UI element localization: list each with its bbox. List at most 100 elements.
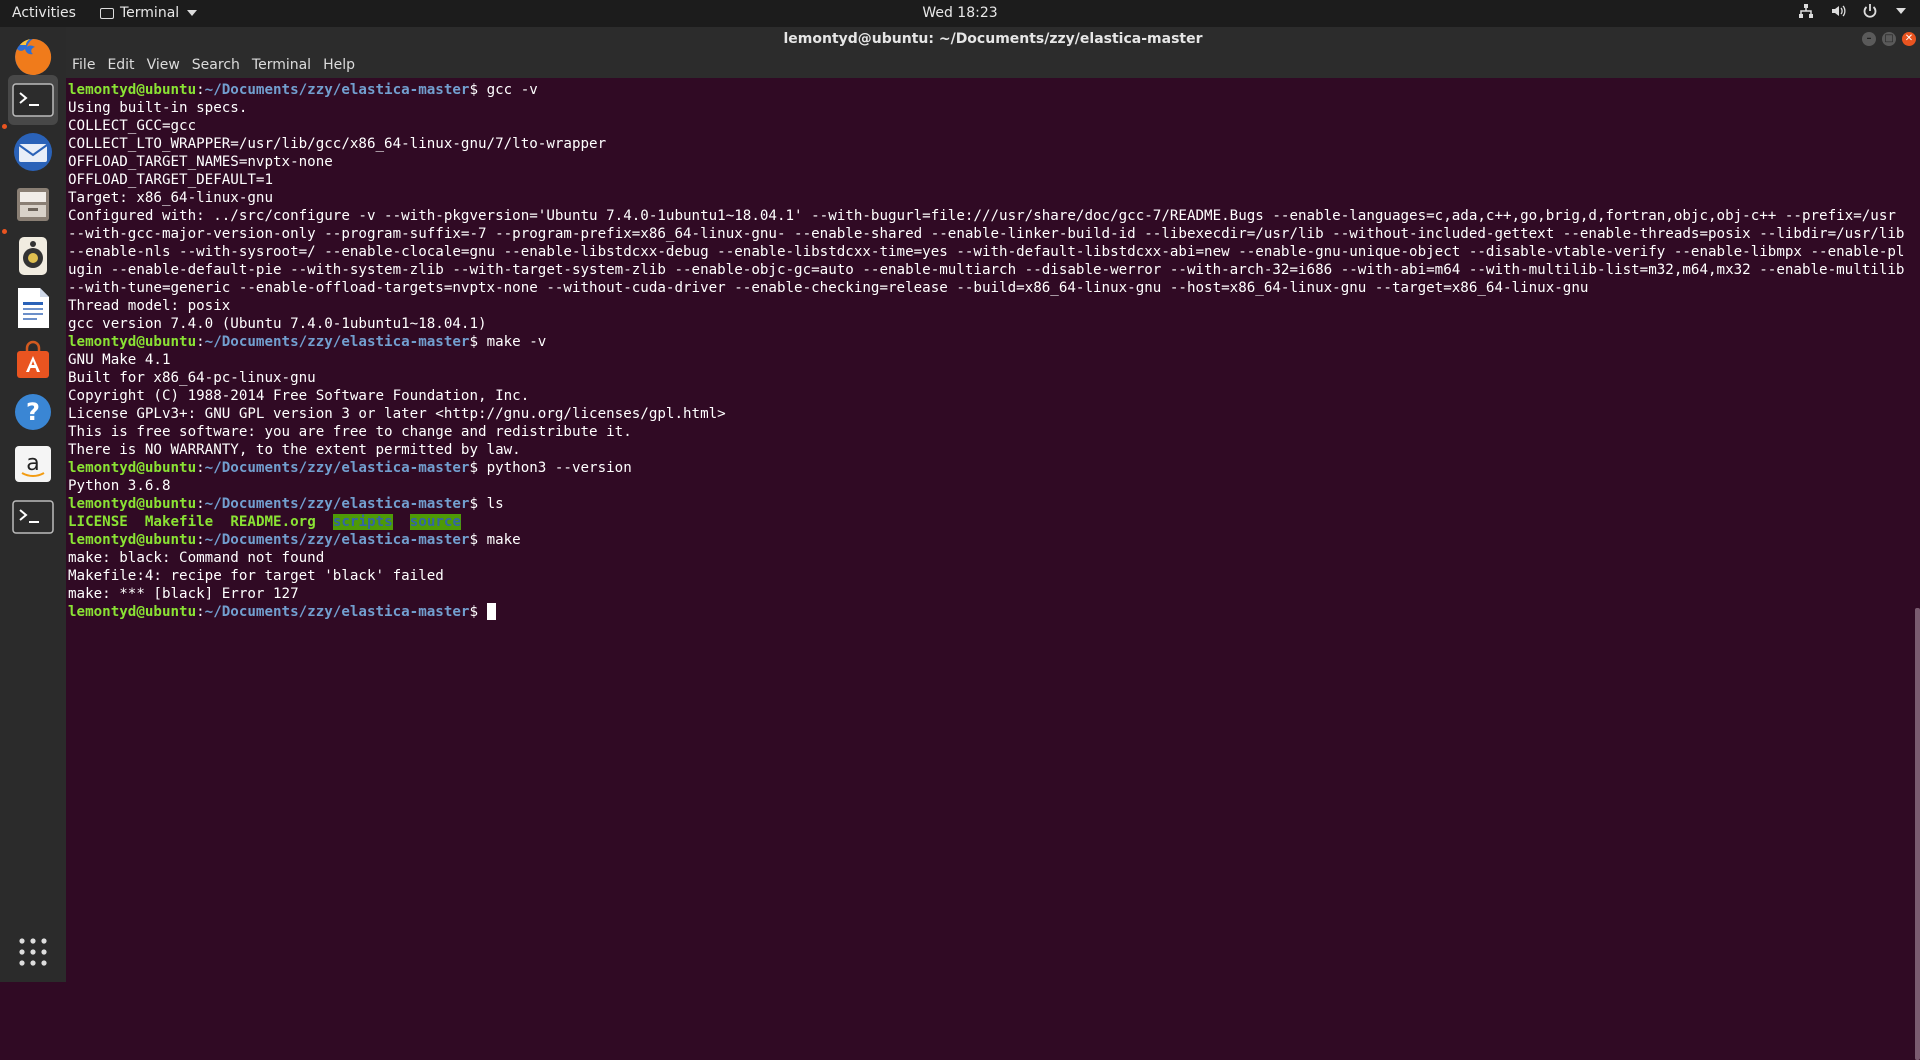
prompt-symbol: $ bbox=[469, 82, 487, 98]
ls-output-line: LICENSE Makefile README.org scripts sour… bbox=[68, 513, 1908, 531]
output-line: Built for x86_64-pc-linux-gnu bbox=[68, 370, 316, 386]
prompt-separator: : bbox=[196, 82, 205, 98]
output-line: Makefile:4: recipe for target 'black' fa… bbox=[68, 568, 444, 584]
prompt-path: ~/Documents/zzy/elastica-master bbox=[204, 334, 470, 350]
ls-file: Makefile bbox=[144, 514, 214, 530]
terminal-launcher[interactable] bbox=[8, 75, 58, 125]
menu-view[interactable]: View bbox=[141, 53, 186, 78]
terminal-icon bbox=[12, 83, 54, 117]
output-line: Python 3.6.8 bbox=[68, 478, 171, 494]
speaker-icon bbox=[19, 237, 47, 275]
amazon-launcher[interactable]: a bbox=[8, 439, 58, 489]
prompt-separator: : bbox=[196, 532, 205, 548]
ls-directory: scripts bbox=[332, 514, 393, 530]
output-line: COLLECT_GCC=gcc bbox=[68, 118, 197, 134]
software-launcher[interactable] bbox=[8, 335, 58, 385]
maximize-icon: □ bbox=[1884, 33, 1894, 44]
minimize-button[interactable]: – bbox=[1862, 32, 1876, 46]
prompt-separator: : bbox=[196, 460, 205, 476]
maximize-button[interactable]: □ bbox=[1882, 32, 1896, 46]
prompt-separator: : bbox=[196, 334, 205, 350]
firefox-icon bbox=[15, 38, 52, 75]
mail-icon bbox=[14, 133, 52, 171]
svg-text:a: a bbox=[26, 451, 39, 476]
scrollbar[interactable] bbox=[1915, 608, 1920, 1060]
menu-edit[interactable]: Edit bbox=[101, 53, 140, 78]
output-line: This is free software: you are free to c… bbox=[68, 424, 632, 440]
command-text: gcc -v bbox=[486, 82, 538, 98]
terminal-launcher-2[interactable] bbox=[8, 492, 58, 542]
system-tray[interactable] bbox=[1798, 3, 1906, 19]
thunderbird-launcher[interactable] bbox=[8, 127, 58, 177]
prompt-user: lemontyd@ubuntu bbox=[68, 460, 197, 476]
command-text: python3 --version bbox=[486, 460, 632, 476]
power-icon bbox=[1863, 4, 1877, 18]
command-text: make -v bbox=[486, 334, 547, 350]
command-text: ls bbox=[486, 496, 504, 512]
output-line: License GPLv3+: GNU GPL version 3 or lat… bbox=[68, 406, 726, 422]
amazon-icon: a bbox=[15, 446, 51, 482]
output-line: There is NO WARRANTY, to the extent perm… bbox=[68, 442, 521, 458]
prompt-line: lemontyd@ubuntu:~/Documents/zzy/elastica… bbox=[68, 459, 1908, 477]
prompt-line: lemontyd@ubuntu:~/Documents/zzy/elastica… bbox=[68, 531, 1908, 549]
window-titlebar[interactable]: lemontyd@ubuntu: ~/Documents/zzy/elastic… bbox=[66, 27, 1920, 53]
output-line: make: *** [black] Error 127 bbox=[68, 586, 299, 602]
prompt-line: lemontyd@ubuntu:~/Documents/zzy/elastica… bbox=[68, 495, 1908, 513]
document-icon bbox=[18, 288, 49, 328]
output-line: Copyright (C) 1988-2014 Free Software Fo… bbox=[68, 388, 530, 404]
network-icon bbox=[1799, 4, 1813, 18]
ls-directory: source bbox=[409, 514, 461, 530]
dock: ? a bbox=[0, 27, 66, 982]
prompt-path: ~/Documents/zzy/elastica-master bbox=[204, 604, 470, 620]
cursor bbox=[486, 603, 496, 620]
writer-launcher[interactable] bbox=[8, 283, 58, 333]
files-icon bbox=[17, 188, 49, 221]
activities-button[interactable]: Activities bbox=[12, 5, 76, 21]
app-menu-label: Terminal bbox=[120, 5, 180, 21]
output-line: Target: x86_64-linux-gnu bbox=[68, 190, 273, 206]
shopping-bag-icon bbox=[17, 340, 49, 378]
output-line: Configured with: ../src/configure -v --w… bbox=[68, 208, 1913, 296]
prompt-user: lemontyd@ubuntu bbox=[68, 604, 197, 620]
prompt-user: lemontyd@ubuntu bbox=[68, 496, 197, 512]
clock[interactable]: Wed 18:23 bbox=[922, 5, 997, 21]
close-button[interactable]: ✕ bbox=[1902, 32, 1916, 46]
prompt-separator: : bbox=[196, 604, 205, 620]
prompt-path: ~/Documents/zzy/elastica-master bbox=[204, 82, 470, 98]
window-title: lemontyd@ubuntu: ~/Documents/zzy/elastic… bbox=[783, 31, 1203, 47]
prompt-user: lemontyd@ubuntu bbox=[68, 82, 197, 98]
chevron-down-icon bbox=[187, 10, 198, 16]
output-line: Using built-in specs. bbox=[68, 100, 248, 116]
prompt-user: lemontyd@ubuntu bbox=[68, 532, 197, 548]
files-launcher[interactable] bbox=[8, 179, 58, 229]
prompt-path: ~/Documents/zzy/elastica-master bbox=[204, 532, 470, 548]
output-line: OFFLOAD_TARGET_DEFAULT=1 bbox=[68, 172, 273, 188]
menu-file[interactable]: File bbox=[66, 53, 101, 78]
ls-file: README.org bbox=[230, 514, 316, 530]
output-line: COLLECT_LTO_WRAPPER=/usr/lib/gcc/x86_64-… bbox=[68, 136, 607, 152]
output-line: Thread model: posix bbox=[68, 298, 231, 314]
minimize-icon: – bbox=[1866, 33, 1872, 44]
menu-help[interactable]: Help bbox=[317, 53, 361, 78]
prompt-symbol: $ bbox=[469, 532, 487, 548]
menu-search[interactable]: Search bbox=[186, 53, 246, 78]
terminal-app-icon bbox=[100, 7, 114, 19]
show-applications-button[interactable] bbox=[8, 927, 58, 977]
rhythmbox-launcher[interactable] bbox=[8, 231, 58, 281]
command-text: make bbox=[486, 532, 521, 548]
app-menu[interactable]: Terminal bbox=[100, 5, 198, 21]
prompt-line: lemontyd@ubuntu:~/Documents/zzy/elastica… bbox=[68, 603, 1908, 621]
prompt-line: lemontyd@ubuntu:~/Documents/zzy/elastica… bbox=[68, 81, 1908, 99]
menu-terminal[interactable]: Terminal bbox=[246, 53, 317, 78]
ls-file: LICENSE bbox=[68, 514, 128, 530]
grid-icon bbox=[19, 938, 47, 966]
output-line: GNU Make 4.1 bbox=[68, 352, 171, 368]
terminal-area[interactable]: lemontyd@ubuntu:~/Documents/zzy/elastica… bbox=[66, 78, 1920, 1060]
volume-icon bbox=[1832, 5, 1846, 17]
help-launcher[interactable]: ? bbox=[8, 387, 58, 437]
prompt-separator: : bbox=[196, 496, 205, 512]
terminal-icon bbox=[12, 500, 54, 534]
prompt-symbol: $ bbox=[469, 604, 487, 620]
output-line: make: black: Command not found bbox=[68, 550, 325, 566]
prompt-path: ~/Documents/zzy/elastica-master bbox=[204, 460, 470, 476]
